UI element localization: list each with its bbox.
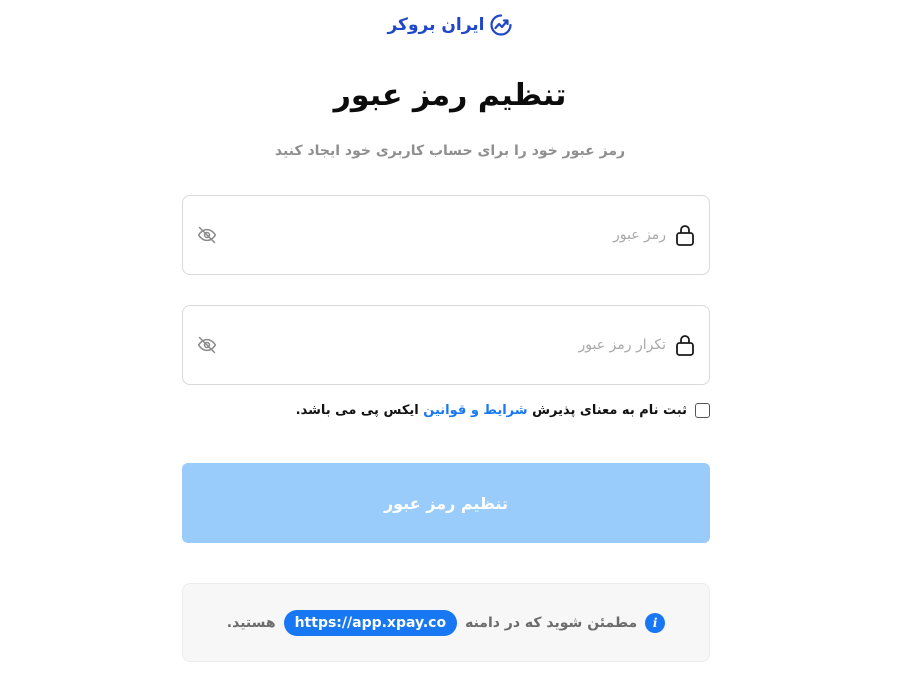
- password-input[interactable]: [217, 215, 674, 255]
- terms-checkbox[interactable]: [695, 403, 710, 418]
- notice-suffix: هستید.: [226, 614, 276, 631]
- page-title: تنظیم رمز عبور: [333, 78, 567, 113]
- terms-agreement: ثبت نام به معنای پذیرش شرایط و قوانین ای…: [182, 403, 710, 418]
- lock-icon: [674, 333, 696, 357]
- trend-chart-logo-icon: [489, 13, 513, 37]
- eye-off-icon[interactable]: [197, 335, 217, 355]
- page-subtitle: رمز عبور خود را برای حساب کاربری خود ایج…: [274, 143, 626, 159]
- lock-icon: [674, 223, 696, 247]
- domain-notice: i مطمئن شوید که در دامنه https://app.xpa…: [182, 583, 710, 662]
- set-password-button[interactable]: تنظیم رمز عبور: [182, 463, 710, 543]
- confirm-password-input[interactable]: [217, 325, 674, 365]
- terms-suffix: ایکس پی می باشد.: [295, 403, 419, 418]
- set-password-page: ایران بروکر تنظیم رمز عبور رمز عبور خود …: [0, 0, 900, 679]
- password-field: [182, 195, 710, 275]
- eye-off-icon[interactable]: [197, 225, 217, 245]
- confirm-password-field: [182, 305, 710, 385]
- brand-name: ایران بروکر: [387, 15, 485, 35]
- info-icon: i: [645, 612, 666, 633]
- terms-link[interactable]: شرایط و قوانین: [423, 403, 527, 418]
- brand-logo[interactable]: ایران بروکر: [0, 13, 900, 37]
- notice-prefix: مطمئن شوید که در دامنه: [465, 614, 638, 631]
- domain-badge: https://app.xpay.co: [283, 609, 458, 636]
- terms-prefix: ثبت نام به معنای پذیرش: [532, 403, 687, 418]
- terms-text: ثبت نام به معنای پذیرش شرایط و قوانین ای…: [296, 403, 687, 418]
